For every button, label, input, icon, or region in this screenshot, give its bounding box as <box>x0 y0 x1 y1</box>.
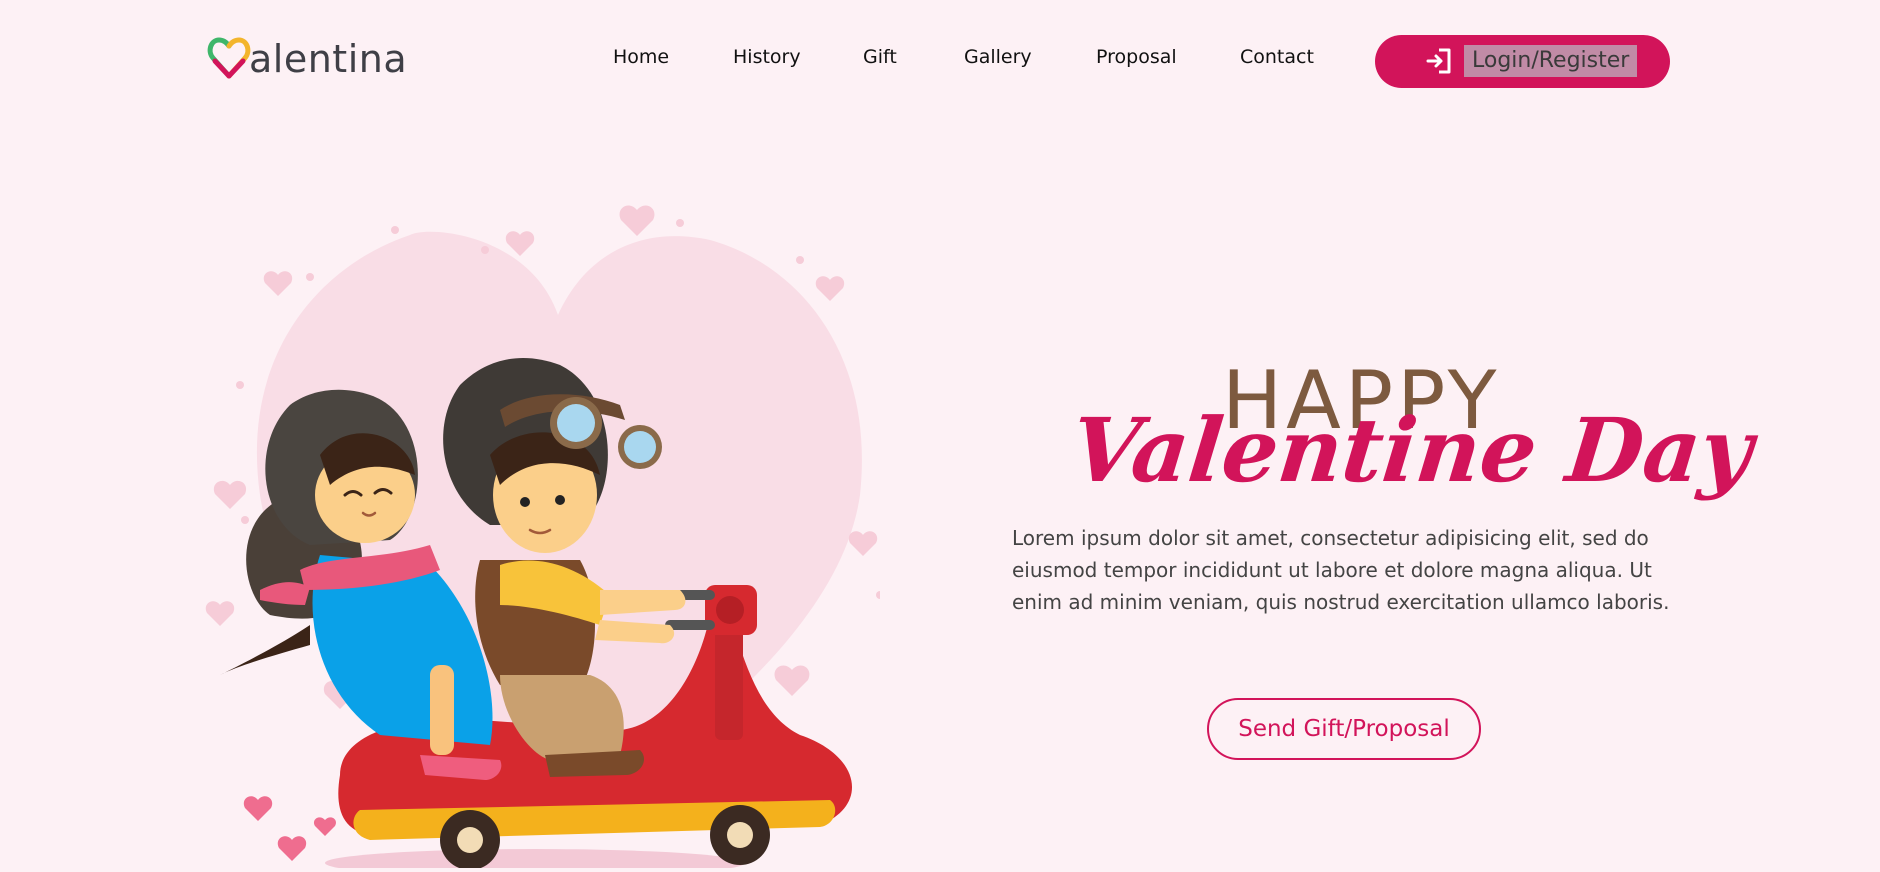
login-icon <box>1426 48 1451 74</box>
send-gift-proposal-button[interactable]: Send Gift/Proposal <box>1207 698 1481 760</box>
nav-item-proposal[interactable]: Proposal <box>1096 46 1177 68</box>
login-register-button[interactable]: Login/Register <box>1375 35 1670 88</box>
logo-text: alentina <box>249 37 408 81</box>
login-register-label: Login/Register <box>1464 45 1638 77</box>
brand-logo[interactable]: alentina <box>205 33 407 83</box>
heart-logo-icon <box>207 37 251 79</box>
nav-item-gift[interactable]: Gift <box>863 46 897 68</box>
nav-item-gallery[interactable]: Gallery <box>964 46 1032 68</box>
nav-item-home[interactable]: Home <box>613 46 669 68</box>
hero-title: Valentine Day <box>1066 398 1758 502</box>
nav-item-contact[interactable]: Contact <box>1240 46 1314 68</box>
nav-item-history[interactable]: History <box>733 46 801 68</box>
couple-on-scooter-illustration <box>200 195 922 872</box>
hero-description: Lorem ipsum dolor sit amet, consectetur … <box>1012 526 1670 614</box>
